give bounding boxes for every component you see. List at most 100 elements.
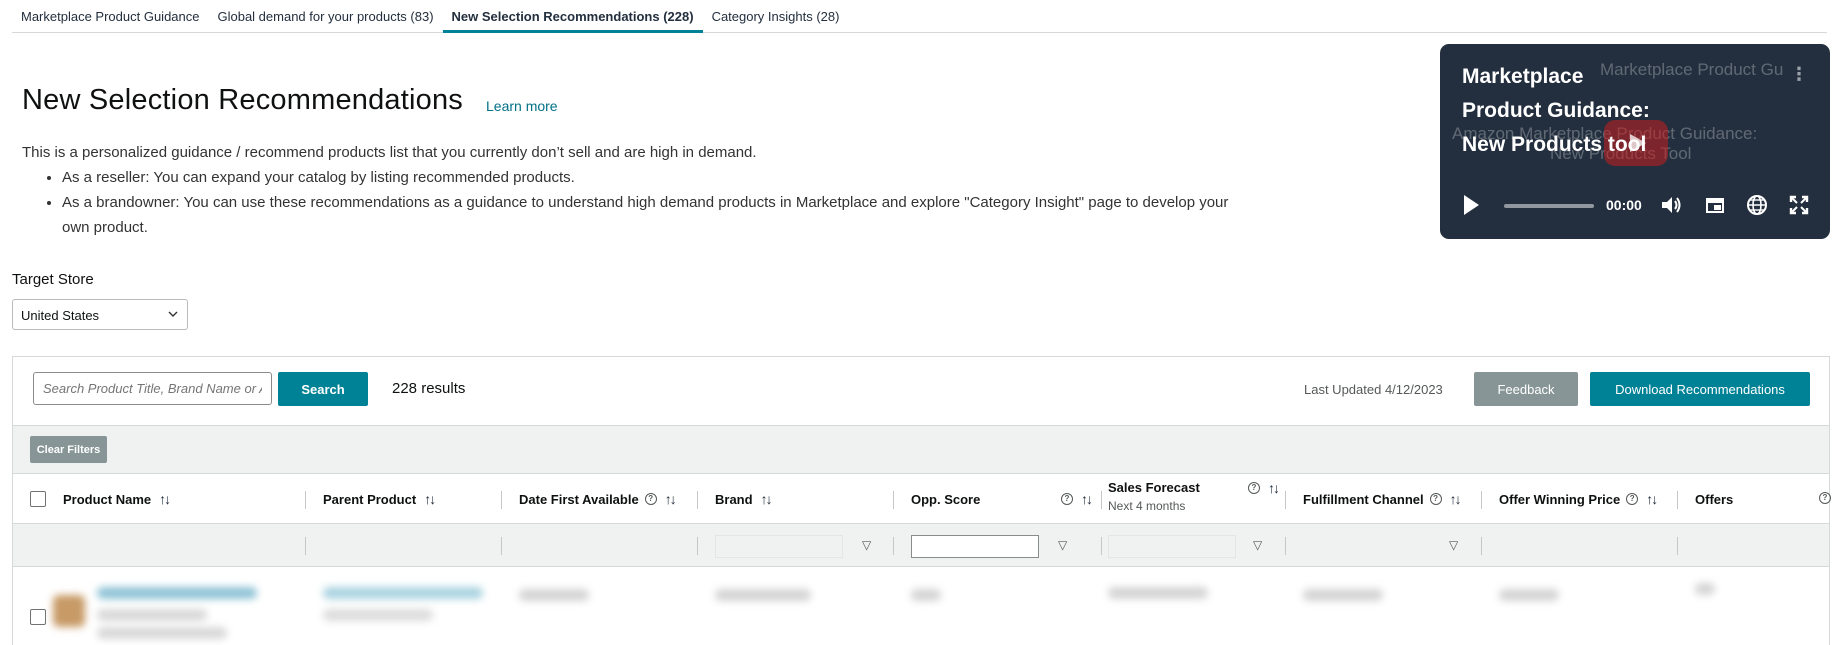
opp-score-filter-input[interactable]: [911, 535, 1039, 558]
sort-icon[interactable]: ↑↓: [159, 491, 171, 507]
column-parent-product-label: Parent Product: [323, 491, 417, 507]
chevron-down-icon: [168, 311, 178, 317]
column-divider: [697, 491, 698, 509]
select-all-checkbox[interactable]: [30, 491, 46, 507]
sort-icon[interactable]: ↑↓: [1450, 491, 1462, 507]
search-button[interactable]: Search: [278, 372, 368, 406]
column-divider: [501, 537, 502, 555]
miniplayer-icon[interactable]: [1702, 192, 1728, 218]
results-count: 228 results: [392, 380, 466, 397]
column-opp-score-label: Opp. Score: [911, 491, 981, 507]
column-divider: [1101, 491, 1102, 509]
intro-paragraph: This is a personalized guidance / recomm…: [22, 144, 757, 161]
video-controls: 00:00: [1462, 190, 1812, 220]
filter-icon[interactable]: ▽: [1449, 538, 1458, 552]
column-divider: [501, 491, 502, 509]
sort-icon[interactable]: ↑↓: [1268, 480, 1280, 496]
column-sales-forecast-sub: Next 4 months: [1108, 499, 1186, 513]
column-divider: [1101, 537, 1102, 555]
play-icon[interactable]: [1464, 195, 1479, 215]
brand-filter-input[interactable]: [715, 535, 843, 558]
target-store-label: Target Store: [12, 271, 94, 288]
column-offer-winning-price-label: Offer Winning Price: [1499, 491, 1621, 507]
intro-bullet-reseller: As a reseller: You can expand your catal…: [62, 165, 1232, 190]
recommendations-panel: Search 228 results Last Updated 4/12/202…: [12, 356, 1831, 645]
info-icon[interactable]: ?: [1819, 492, 1831, 504]
search-input[interactable]: [33, 372, 272, 405]
page-title: New Selection Recommendations: [22, 84, 464, 116]
table-filter-row: ▽ ▽ ▽ ▽: [13, 523, 1829, 567]
table-header-row: Product Name ↑↓ Parent Product ↑↓ Date F…: [13, 473, 1831, 524]
column-date-first-available-label: Date First Available: [519, 491, 639, 507]
column-sales-forecast-label: Sales Forecast: [1108, 480, 1200, 495]
product-thumbnail[interactable]: [53, 595, 85, 627]
column-divider: [893, 491, 894, 509]
column-brand[interactable]: Brand ↑↓: [715, 474, 773, 524]
info-icon[interactable]: ?: [1626, 493, 1639, 505]
column-fulfillment-channel[interactable]: Fulfillment Channel ? ↑↓: [1303, 474, 1462, 524]
video-title: Marketplace Product Guidance: New Produc…: [1462, 65, 1650, 156]
filter-icon[interactable]: ▽: [1058, 538, 1067, 552]
column-divider: [305, 491, 306, 509]
column-opp-score[interactable]: Opp. Score ? ↑↓: [911, 474, 1093, 524]
sort-icon[interactable]: ↑↓: [1081, 491, 1093, 507]
sort-icon[interactable]: ↑↓: [665, 491, 677, 507]
download-recommendations-button[interactable]: Download Recommendations: [1590, 372, 1810, 406]
target-store-select[interactable]: United States: [12, 299, 188, 330]
column-offer-winning-price[interactable]: Offer Winning Price ? ↑↓: [1499, 474, 1658, 524]
target-store-value: United States: [21, 308, 100, 323]
blurred-price: [1499, 589, 1559, 601]
tab-category-insights[interactable]: Category Insights (28): [703, 0, 849, 32]
blurred-offers: [1695, 583, 1715, 595]
column-divider: [1285, 537, 1286, 555]
filter-icon[interactable]: ▽: [862, 538, 871, 552]
column-divider: [697, 537, 698, 555]
column-divider: [305, 537, 306, 555]
column-parent-product[interactable]: Parent Product ↑↓: [323, 474, 436, 524]
blurred-fulfillment: [1303, 589, 1383, 601]
column-product-name[interactable]: Product Name ↑↓: [63, 474, 171, 524]
last-updated: Last Updated 4/12/2023: [1304, 382, 1443, 397]
column-offers-label: Offers: [1695, 491, 1734, 507]
blurred-parent-link[interactable]: [323, 587, 483, 599]
more-options-icon[interactable]: ⋮: [1790, 64, 1808, 85]
tab-marketplace-product-guidance[interactable]: Marketplace Product Guidance: [12, 0, 208, 32]
info-icon[interactable]: ?: [1061, 493, 1073, 505]
table-row[interactable]: [13, 567, 1829, 645]
filter-icon[interactable]: ▽: [1253, 538, 1262, 552]
column-offers[interactable]: Offers: [1695, 474, 1733, 524]
blurred-opp-score: [911, 589, 941, 601]
blurred-sales-forecast: [1108, 587, 1208, 599]
info-icon[interactable]: ?: [1429, 493, 1442, 505]
info-icon[interactable]: ?: [644, 493, 657, 505]
feedback-button[interactable]: Feedback: [1474, 372, 1578, 406]
sort-icon[interactable]: ↑↓: [761, 491, 773, 507]
volume-icon[interactable]: [1658, 192, 1684, 218]
info-icon[interactable]: ?: [1248, 482, 1260, 494]
sort-icon[interactable]: ↑↓: [1646, 491, 1658, 507]
column-fulfillment-channel-label: Fulfillment Channel: [1303, 491, 1424, 507]
column-sales-forecast-text: Sales Forecast Next 4 months: [1108, 480, 1200, 513]
video-time: 00:00: [1606, 197, 1642, 213]
video-progress-bar[interactable]: [1504, 204, 1594, 208]
column-sales-forecast[interactable]: Sales Forecast Next 4 months ? ↑↓: [1108, 474, 1280, 524]
clear-filters-button[interactable]: Clear Filters: [30, 436, 107, 463]
sort-icon[interactable]: ↑↓: [424, 491, 436, 507]
sales-forecast-filter-input[interactable]: [1108, 535, 1236, 558]
globe-icon[interactable]: [1744, 192, 1770, 218]
blurred-product-detail: [97, 627, 227, 639]
learn-more-link[interactable]: Learn more: [486, 98, 558, 114]
tab-new-selection-recommendations[interactable]: New Selection Recommendations (228): [442, 0, 703, 33]
blurred-product-link[interactable]: [97, 587, 257, 599]
column-divider: [893, 537, 894, 555]
row-checkbox[interactable]: [30, 609, 46, 625]
tab-bar: Marketplace Product Guidance Global dema…: [12, 0, 1827, 33]
fullscreen-icon[interactable]: [1786, 192, 1812, 218]
blurred-parent-detail: [323, 609, 433, 621]
column-product-name-label: Product Name: [63, 491, 152, 507]
column-brand-label: Brand: [715, 491, 753, 507]
column-date-first-available[interactable]: Date First Available ? ↑↓: [519, 474, 677, 524]
video-player[interactable]: Marketplace Product Gu Amazon Marketplac…: [1440, 44, 1830, 239]
tab-global-demand[interactable]: Global demand for your products (83): [208, 0, 442, 32]
intro-bullet-brandowner: As a brandowner: You can use these recom…: [62, 190, 1232, 240]
